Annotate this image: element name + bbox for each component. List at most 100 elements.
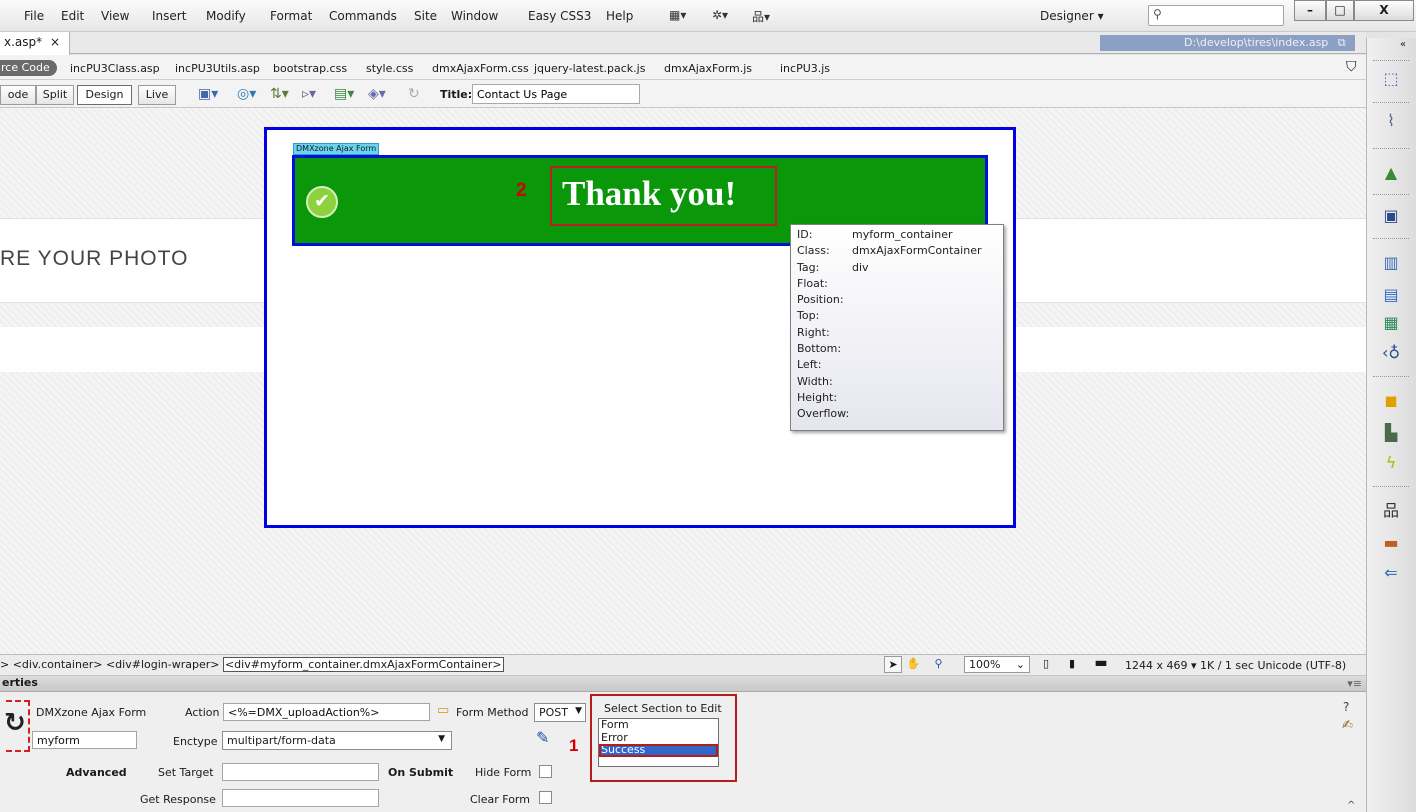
section-list[interactable]: Form Error Success bbox=[598, 718, 719, 767]
bindings-icon[interactable]: ▤ bbox=[1380, 284, 1402, 306]
selected-tag[interactable]: <div#myform_container.dmxAjaxFormContain… bbox=[222, 657, 504, 672]
ajax-form-logo-icon: ↻ bbox=[4, 708, 26, 738]
related-file[interactable]: incPU3Class.asp bbox=[70, 62, 160, 75]
related-file[interactable]: incPU3Utils.asp bbox=[175, 62, 260, 75]
restore-icon[interactable]: ⧉ bbox=[1338, 36, 1346, 49]
window-size-info[interactable]: 1244 x 469 ▾ 1K / 1 sec Unicode (UTF-8) bbox=[1125, 659, 1346, 672]
document-tab[interactable]: x.asp* × bbox=[0, 32, 70, 55]
get-response-input[interactable] bbox=[222, 789, 379, 807]
menu-view[interactable]: View bbox=[101, 9, 129, 23]
browse-folder-icon[interactable]: ▭ bbox=[437, 703, 449, 718]
page-title-input[interactable] bbox=[472, 84, 640, 104]
files-icon[interactable]: ◼ bbox=[1380, 390, 1402, 412]
quick-edit-icon[interactable]: ✍ bbox=[1342, 718, 1353, 733]
components-icon[interactable]: ‹♁ bbox=[1380, 342, 1402, 364]
ajax-form-label[interactable]: DMXzone Ajax Form bbox=[293, 143, 380, 155]
section-option-success[interactable]: Success bbox=[599, 744, 718, 757]
form-id-input[interactable] bbox=[32, 731, 137, 749]
menu-modify[interactable]: Modify bbox=[206, 9, 246, 23]
panel-divider bbox=[1373, 238, 1409, 241]
related-file[interactable]: dmxAjaxForm.js bbox=[664, 62, 752, 75]
site-map-icon[interactable]: 品 bbox=[1380, 500, 1402, 522]
edit-pencil-icon[interactable]: ✎ bbox=[536, 728, 549, 747]
tooltip-row: Overflow: bbox=[797, 407, 997, 423]
enctype-select[interactable]: multipart/form-data ▼ bbox=[222, 731, 452, 750]
form-method-label: Form Method bbox=[456, 706, 529, 719]
collapse-panel-icon[interactable]: ^ bbox=[1347, 800, 1355, 811]
css-styles-icon[interactable]: ⌇ bbox=[1380, 110, 1402, 132]
zoom-tool-icon[interactable]: ⚲ bbox=[928, 656, 949, 673]
related-files-bar: incPU3Class.asp incPU3Utils.asp bootstra… bbox=[0, 55, 1366, 80]
preview-browser-icon[interactable]: ◎▾ bbox=[237, 86, 256, 102]
live-view-button[interactable]: Live bbox=[138, 85, 176, 105]
menu-help[interactable]: Help bbox=[606, 9, 633, 23]
site-manager-icon[interactable]: 品▾ bbox=[752, 8, 770, 25]
behaviors-icon[interactable]: ▲ bbox=[1380, 162, 1402, 184]
tag-path[interactable]: > <div.container> <div#login-wraper> bbox=[0, 658, 219, 671]
desktop-size-icon[interactable]: ▬ bbox=[1088, 656, 1114, 673]
properties-title: erties bbox=[2, 676, 38, 689]
layout-icon[interactable]: ▦▾ bbox=[669, 8, 686, 22]
menu-commands[interactable]: Commands bbox=[329, 9, 397, 23]
clear-form-checkbox[interactable] bbox=[539, 791, 552, 804]
visual-aids-icon[interactable]: ▤▾ bbox=[334, 86, 354, 102]
menu-site[interactable]: Site bbox=[414, 9, 437, 23]
tooltip-row: Height: bbox=[797, 391, 997, 407]
hand-tool-icon[interactable]: ✋ bbox=[903, 656, 924, 673]
maximize-button[interactable]: □ bbox=[1326, 0, 1354, 21]
file-management-icon[interactable]: ⇅▾ bbox=[270, 86, 289, 102]
menu-easy-css3[interactable]: Easy CSS3 bbox=[528, 9, 591, 23]
snippets-icon[interactable]: ϟ bbox=[1380, 452, 1402, 474]
minimize-button[interactable]: – bbox=[1294, 0, 1326, 21]
hide-form-checkbox[interactable] bbox=[539, 765, 552, 778]
expand-panels-icon[interactable]: « bbox=[1397, 34, 1409, 56]
source-code-tab[interactable]: rce Code bbox=[0, 60, 57, 76]
advanced-label: Advanced bbox=[66, 766, 127, 779]
databases-icon[interactable]: ▥ bbox=[1380, 252, 1402, 274]
related-file[interactable]: dmxAjaxForm.css bbox=[432, 62, 529, 75]
help-icon[interactable]: ? bbox=[1343, 700, 1349, 714]
menu-window[interactable]: Window bbox=[451, 9, 498, 23]
tooltip-key: ID: bbox=[797, 228, 813, 241]
refresh-icon[interactable]: ↻ bbox=[408, 86, 420, 102]
check-browser-icon[interactable]: ◈▾ bbox=[368, 86, 386, 102]
search-icon: ⚲ bbox=[1153, 7, 1162, 21]
zoom-select[interactable]: 100% ⌄ bbox=[964, 656, 1030, 673]
section-option-form[interactable]: Form bbox=[599, 719, 718, 732]
code-view-button[interactable]: ode bbox=[0, 85, 36, 105]
menu-format[interactable]: Format bbox=[270, 9, 312, 23]
help-search-input[interactable]: ⚲ bbox=[1148, 5, 1284, 26]
related-file[interactable]: bootstrap.css bbox=[273, 62, 347, 75]
close-window-button[interactable]: X bbox=[1354, 0, 1414, 21]
menu-file[interactable]: File bbox=[24, 9, 44, 23]
split-view-button[interactable]: Split bbox=[36, 85, 74, 105]
mobile-size-icon[interactable]: ▯ bbox=[1036, 656, 1056, 673]
hide-form-label: Hide Form bbox=[475, 766, 532, 779]
results-icon[interactable]: ⇐ bbox=[1380, 562, 1402, 584]
server-behaviors-icon[interactable]: ▦ bbox=[1380, 312, 1402, 334]
action-input[interactable] bbox=[223, 703, 430, 721]
close-tab-icon[interactable]: × bbox=[50, 35, 60, 49]
w3c-validation-icon[interactable]: ▹▾ bbox=[302, 86, 316, 102]
design-view-button[interactable]: Design bbox=[77, 85, 132, 105]
extensions-gear-icon[interactable]: ✲▾ bbox=[712, 8, 728, 22]
form-method-select[interactable]: POST ▼ bbox=[534, 703, 586, 722]
tooltip-row: Width: bbox=[797, 375, 997, 391]
select-tool-icon[interactable]: ➤ bbox=[884, 656, 902, 673]
tablet-size-icon[interactable]: ▮ bbox=[1060, 656, 1084, 673]
filter-icon[interactable]: ⛉ bbox=[1346, 59, 1357, 75]
related-file[interactable]: incPU3.js bbox=[780, 62, 830, 75]
menu-edit[interactable]: Edit bbox=[61, 9, 84, 23]
related-file[interactable]: style.css bbox=[366, 62, 413, 75]
assets-icon[interactable]: ▙ bbox=[1380, 422, 1402, 444]
set-target-input[interactable] bbox=[222, 763, 379, 781]
workspace-switcher[interactable]: Designer ▾ bbox=[1040, 9, 1104, 23]
multiscreen-icon[interactable]: ▣▾ bbox=[198, 86, 218, 102]
thank-you-heading[interactable]: Thank you! bbox=[562, 174, 736, 214]
related-file[interactable]: jquery-latest.pack.js bbox=[534, 62, 645, 75]
panel-menu-icon[interactable]: ▾≡ bbox=[1347, 677, 1362, 690]
reference-icon[interactable]: ▣ bbox=[1380, 205, 1402, 227]
menu-insert[interactable]: Insert bbox=[152, 9, 186, 23]
extension-manager-icon[interactable]: ▬ bbox=[1380, 532, 1402, 554]
insert-panel-icon[interactable]: ⬚ bbox=[1380, 68, 1402, 90]
